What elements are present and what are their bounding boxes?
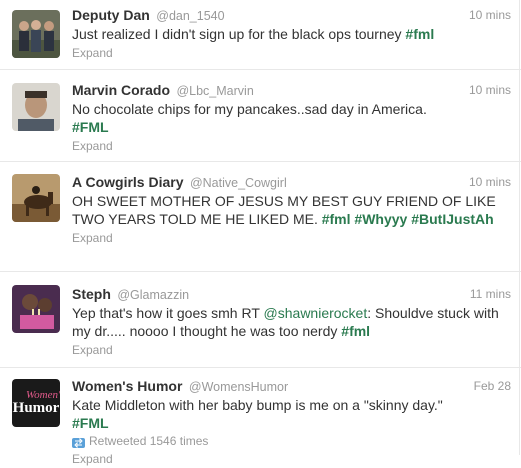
tweet-timestamp[interactable]: 10 mins xyxy=(469,81,511,99)
tweet-fullname[interactable]: A Cowgirls Diary xyxy=(72,174,184,190)
hashtag-link[interactable]: #fml xyxy=(405,26,434,42)
retweet-icon xyxy=(72,436,85,449)
tweet-text: Kate Middleton with her baby bump is me … xyxy=(72,396,511,432)
tweet-fullname[interactable]: Women's Humor xyxy=(72,378,182,394)
tweet-timestamp[interactable]: 10 mins xyxy=(469,6,511,24)
avatar[interactable] xyxy=(12,83,60,131)
tweet-item[interactable]: A Cowgirls Diary @Native_Cowgirl 10 mins… xyxy=(0,162,521,272)
retweet-count-label: Retweeted 1546 times xyxy=(89,434,209,448)
tweet-text: OH SWEET MOTHER OF JESUS MY BEST GUY FRI… xyxy=(72,192,511,228)
expand-link[interactable]: Expand xyxy=(72,342,511,358)
tweet-text: Yep that's how it goes smh RT @shawniero… xyxy=(72,304,511,340)
tweet-username[interactable]: @WomensHumor xyxy=(189,380,288,394)
avatar-logo-bottom: Humor xyxy=(12,400,60,416)
tweet-username[interactable]: @Native_Cowgirl xyxy=(190,176,287,190)
tweet-text-body: Just realized I didn't sign up for the b… xyxy=(72,26,406,42)
expand-link[interactable]: Expand xyxy=(72,138,511,154)
avatar[interactable] xyxy=(12,285,60,333)
tweet-text-before: Yep that's how it goes smh RT xyxy=(72,305,264,321)
hashtag-link[interactable]: #Whyyy xyxy=(354,211,407,227)
avatar-logo: Women's Humor xyxy=(12,389,60,416)
tweet-item[interactable]: Deputy Dan @dan_1540 10 mins Just realiz… xyxy=(0,0,521,70)
avatar[interactable] xyxy=(12,10,60,58)
tweet-text-body: No chocolate chips for my pancakes..sad … xyxy=(72,101,427,117)
tweet-timestamp[interactable]: 11 mins xyxy=(470,285,511,303)
hashtag-link[interactable]: #FML xyxy=(72,119,109,135)
hashtag-link[interactable]: #fml xyxy=(322,211,351,227)
hashtag-link[interactable]: #FML xyxy=(72,415,109,431)
expand-link[interactable]: Expand xyxy=(72,230,511,246)
tweet-item[interactable]: Marvin Corado @Lbc_Marvin 10 mins No cho… xyxy=(0,70,521,162)
tweet-username[interactable]: @Glamazzin xyxy=(117,288,189,302)
mention-link[interactable]: @shawnierocket xyxy=(264,305,368,321)
tweet-text: No chocolate chips for my pancakes..sad … xyxy=(72,100,511,136)
retweet-count: Retweeted 1546 times xyxy=(72,433,511,449)
tweet-fullname[interactable]: Marvin Corado xyxy=(72,82,170,98)
expand-link[interactable]: Expand xyxy=(72,45,511,61)
tweet-item[interactable]: Women's Humor Women's Humor @WomensHumor… xyxy=(0,368,521,468)
hashtag-link[interactable]: #fml xyxy=(341,323,370,339)
hashtag-link[interactable]: #ButIJustAh xyxy=(411,211,493,227)
tweet-username[interactable]: @dan_1540 xyxy=(156,9,224,23)
tweet-fullname[interactable]: Deputy Dan xyxy=(72,7,150,23)
tweet-fullname[interactable]: Steph xyxy=(72,286,111,302)
tweet-timestamp[interactable]: 10 mins xyxy=(469,173,511,191)
tweet-text: Just realized I didn't sign up for the b… xyxy=(72,25,511,43)
tweet-item[interactable]: Steph @Glamazzin 11 mins Yep that's how … xyxy=(0,272,521,368)
expand-link[interactable]: Expand xyxy=(72,451,511,467)
tweet-timestamp[interactable]: Feb 28 xyxy=(474,377,511,395)
tweet-text-body: Kate Middleton with her baby bump is me … xyxy=(72,397,443,413)
avatar[interactable] xyxy=(12,174,60,222)
tweet-username[interactable]: @Lbc_Marvin xyxy=(176,84,253,98)
avatar[interactable]: Women's Humor xyxy=(12,379,60,427)
